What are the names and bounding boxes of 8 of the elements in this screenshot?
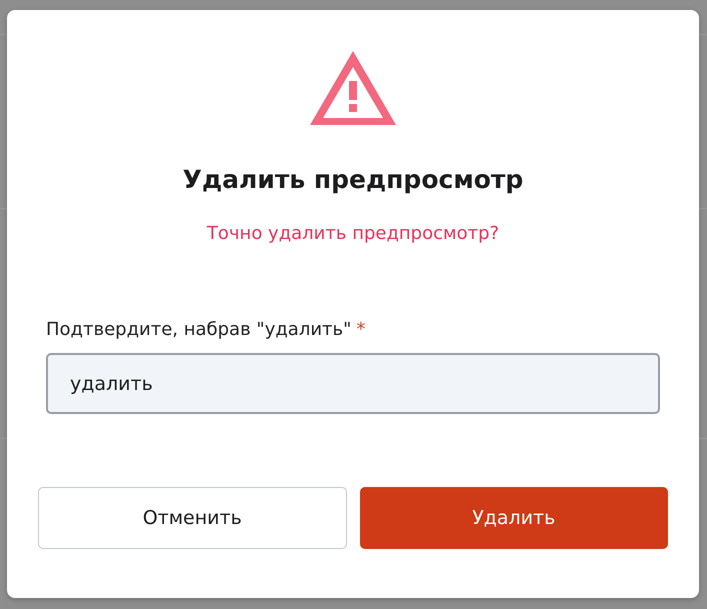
warning-message: Точно удалить предпросмотр?: [206, 222, 500, 246]
dialog-title: Удалить предпросмотр: [182, 164, 524, 196]
confirm-input-field[interactable]: удалить: [46, 353, 660, 414]
delete-button[interactable]: Удалить: [360, 487, 668, 549]
field-label: Подтвердите, набрав "удалить": [46, 318, 352, 342]
cancel-button[interactable]: Отменить: [38, 487, 346, 549]
required-mark: *: [356, 318, 366, 342]
warning-icon: [309, 50, 397, 126]
